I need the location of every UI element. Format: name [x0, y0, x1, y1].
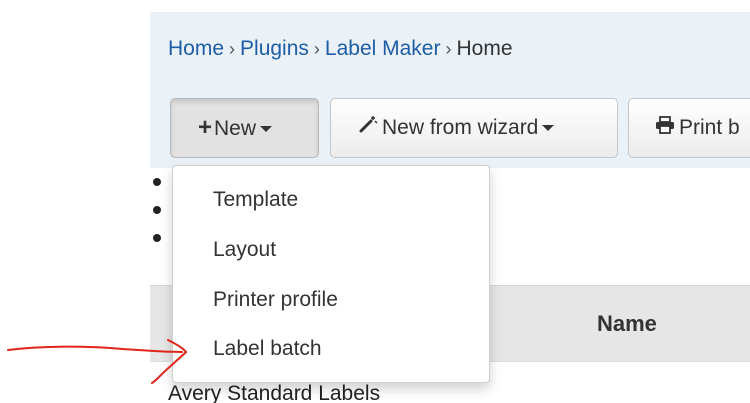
- menu-item-label-batch[interactable]: Label batch: [213, 337, 322, 361]
- printer-icon: [655, 99, 675, 157]
- breadcrumb-separator: ›: [229, 39, 236, 59]
- breadcrumb: Home › Plugins › Label Maker › Home: [150, 12, 750, 86]
- breadcrumb-separator: ›: [445, 39, 452, 59]
- breadcrumb-label-maker-link[interactable]: Label Maker: [325, 37, 441, 60]
- new-button[interactable]: +New: [170, 98, 319, 158]
- bullet: [153, 206, 161, 214]
- print-button-label: Print b: [679, 116, 740, 139]
- breadcrumb-plugins-link[interactable]: Plugins: [240, 37, 309, 60]
- magic-wand-icon: [358, 99, 378, 157]
- bullet: [153, 234, 161, 242]
- table-cell-name: Avery Standard Labels: [168, 382, 381, 403]
- new-from-wizard-button[interactable]: New from wizard: [330, 98, 618, 158]
- column-header-name[interactable]: Name: [597, 286, 657, 362]
- page: Home › Plugins › Label Maker › Home +New New f…: [0, 0, 750, 403]
- new-dropdown-menu: Template Layout Printer profile Label ba…: [172, 165, 490, 383]
- menu-item-layout[interactable]: Layout: [213, 238, 276, 262]
- caret-down-icon: [542, 125, 555, 132]
- plus-icon: +: [198, 114, 213, 141]
- toolbar: +New New from wizard Print b: [150, 86, 750, 168]
- print-button[interactable]: Print b: [628, 98, 750, 158]
- new-from-wizard-label: New from wizard: [382, 116, 539, 139]
- breadcrumb-separator: ›: [313, 39, 320, 59]
- breadcrumb-home-link[interactable]: Home: [168, 37, 224, 60]
- caret-down-icon: [260, 126, 273, 133]
- breadcrumb-current: Home: [456, 37, 513, 60]
- bullet-list: [153, 178, 161, 262]
- new-button-label: New: [214, 117, 257, 140]
- menu-item-template[interactable]: Template: [213, 188, 298, 212]
- menu-item-printer-profile[interactable]: Printer profile: [213, 288, 338, 312]
- bullet: [153, 178, 161, 186]
